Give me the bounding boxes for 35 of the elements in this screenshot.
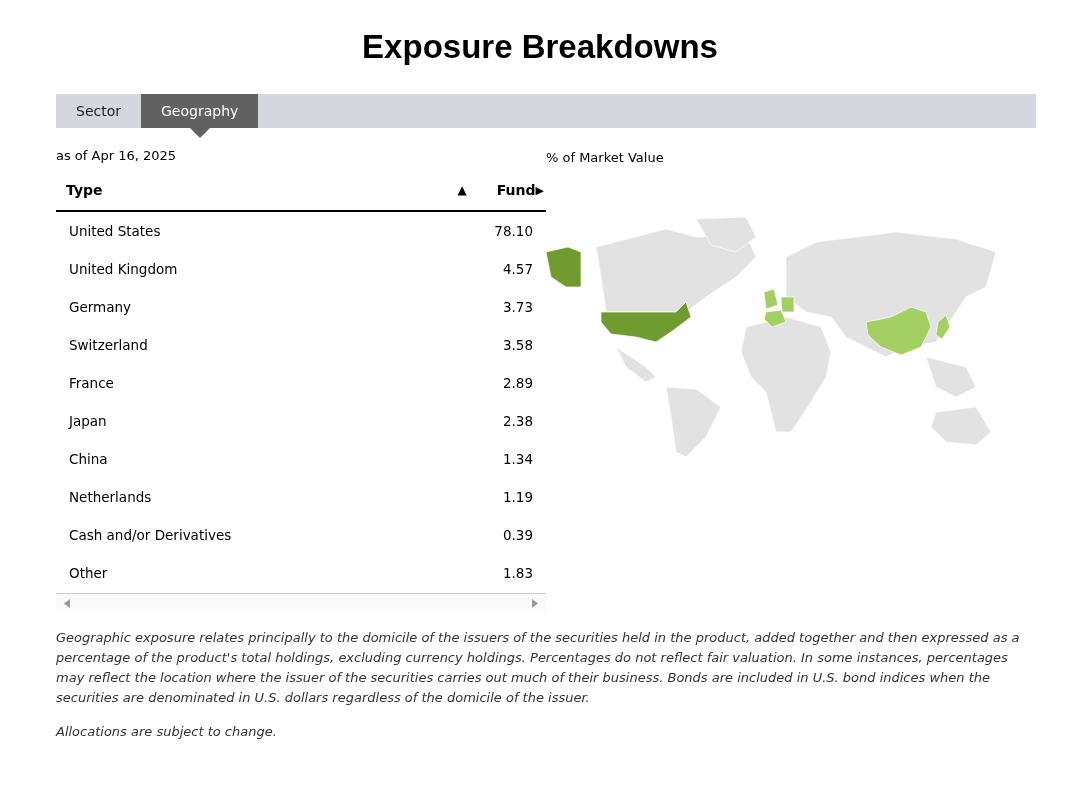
value-cell: 3.58 [502, 337, 533, 353]
horizontal-scrollbar[interactable] [56, 593, 546, 612]
column-header[interactable]: Fund [496, 182, 536, 198]
footnote: Allocations are subject to change. [56, 723, 278, 741]
scroll-right-icon[interactable] [532, 598, 538, 608]
value-cell: 0.39 [502, 527, 533, 543]
country-cell: Japan [69, 413, 107, 429]
sort-indicator[interactable]: ▶ [535, 183, 544, 197]
country-cell: Other [69, 565, 108, 581]
value-cell: 1.83 [502, 565, 533, 581]
value-cell: 3.73 [502, 299, 533, 315]
value-cell: 1.19 [502, 489, 533, 505]
as-of-date: as of Apr 16, 2025 [56, 148, 178, 165]
country-cell: Netherlands [69, 489, 152, 505]
country-cell: Switzerland [69, 337, 148, 353]
country-cell: United States [69, 223, 161, 239]
value-cell: 2.38 [502, 413, 533, 429]
tab-pointer-icon [189, 128, 210, 138]
country-cell: Cash and/or Derivatives [69, 527, 232, 543]
country-cell: Germany [69, 299, 132, 315]
value-cell: 78.10 [494, 223, 533, 239]
country-cell: United Kingdom [69, 261, 178, 277]
column-header[interactable]: Type [66, 182, 103, 198]
value-cell: 2.89 [502, 375, 533, 391]
country-cell: France [69, 375, 114, 391]
map-caption: % of Market Value [546, 150, 665, 165]
page-title: Exposure Breakdowns [361, 27, 719, 67]
value-cell: 4.57 [502, 261, 533, 277]
footnote: Geographic exposure relates principally to the domicile of the issuers of the securities held in the product, added together and then expressed as a percentage of the product's total holdings, excluding currency holdings. Percentages do not reflect fair valuation. In some instances, percentages may reflect the location where the issuer of the securities carries out much of their business. Bonds are included in U.S. bond indices when the securities are denominated in U.S. dollars regardless of the domicile of the issuer. [56, 629, 1021, 707]
value-cell: 1.34 [502, 451, 533, 467]
sort-indicator[interactable]: ▲ [457, 183, 467, 197]
tab[interactable]: Sector [56, 94, 141, 128]
country-cell: China [69, 451, 108, 467]
scroll-left-icon[interactable] [64, 598, 70, 608]
tab[interactable]: Geography [141, 94, 259, 128]
